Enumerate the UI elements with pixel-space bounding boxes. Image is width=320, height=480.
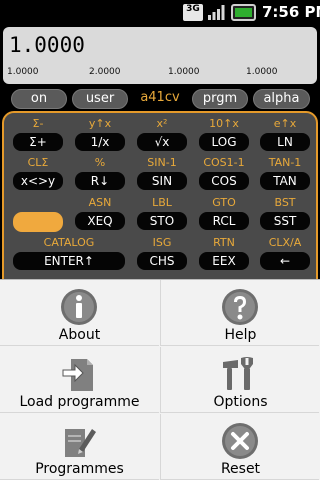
shift-label-isg: ISG	[152, 236, 172, 249]
menu-item-label: Load programme	[19, 394, 140, 410]
key-swap-xy[interactable]: x<>y	[13, 172, 63, 190]
register-4: 1.0000	[246, 67, 278, 77]
menu-item-reset[interactable]: Reset	[160, 414, 319, 480]
brand-label: a41cv	[140, 90, 180, 105]
key-eex[interactable]: EEX	[199, 252, 249, 270]
shift-label-y-pow-x: y↑x	[88, 117, 112, 130]
menu-item-options[interactable]: Options	[160, 347, 319, 413]
shift-label-x-squared: x²	[156, 117, 168, 130]
key-enter[interactable]: ENTER↑	[13, 252, 125, 270]
network-type-label: 3G	[186, 4, 200, 14]
menu-item-label: Reset	[220, 461, 261, 477]
menu-item-label: Programmes	[35, 461, 124, 477]
shift-label-acos: COS1-1	[203, 156, 245, 169]
3g-icon: 3G	[183, 4, 203, 21]
keypad: Σ- y↑x x² 10↑x e↑x Σ+ 1/x √x LOG LN CLΣ …	[2, 111, 318, 301]
menu-item-label: About	[58, 327, 101, 343]
user-button[interactable]: user	[72, 89, 128, 109]
shift-label-atan: TAN-1	[268, 156, 302, 169]
key-log[interactable]: LOG	[199, 133, 249, 151]
menu-item-load-programme[interactable]: Load programme	[0, 347, 159, 413]
shift-key[interactable]	[13, 212, 63, 232]
tools-icon	[223, 357, 253, 390]
key-sigma-plus[interactable]: Σ+	[13, 133, 63, 151]
prgm-button[interactable]: prgm	[192, 89, 248, 109]
shift-label-asin: SIN-1	[147, 156, 177, 169]
key-sin[interactable]: SIN	[137, 172, 187, 190]
key-xeq[interactable]: XEQ	[75, 212, 125, 230]
menu-item-label: Help	[224, 327, 257, 343]
key-roll-down[interactable]: R↓	[75, 172, 125, 190]
key-backspace[interactable]: ←	[260, 252, 310, 270]
shift-label-ten-pow-x: 10↑x	[209, 117, 239, 130]
key-tan[interactable]: TAN	[260, 172, 310, 190]
shift-label-clx: CLX/A	[268, 236, 302, 249]
key-reciprocal[interactable]: 1/x	[75, 133, 125, 151]
key-chs[interactable]: CHS	[137, 252, 187, 270]
signal-icon	[208, 5, 225, 20]
menu-item-about[interactable]: About	[0, 280, 159, 346]
shift-label-catalog: CATALOG	[43, 236, 95, 249]
help-icon	[222, 289, 258, 325]
display-main-value: 1.0000	[9, 33, 85, 57]
shift-label-sigma-minus: Σ-	[32, 117, 44, 130]
key-sto[interactable]: STO	[137, 212, 187, 230]
info-icon	[61, 289, 97, 325]
edit-icon	[65, 429, 96, 457]
shift-label-gto: GTO	[212, 196, 236, 209]
calculator-display: 1.0000 1.0000 2.0000 1.0000 1.0000	[3, 27, 317, 84]
key-cos[interactable]: COS	[199, 172, 249, 190]
register-2: 2.0000	[89, 67, 121, 77]
shift-label-clear-sigma: CLΣ	[27, 156, 49, 169]
shift-label-asn: ASN	[88, 196, 112, 209]
battery-icon	[231, 4, 256, 21]
key-rcl[interactable]: RCL	[199, 212, 249, 230]
menu-item-help[interactable]: Help	[160, 280, 319, 346]
key-ln[interactable]: LN	[260, 133, 310, 151]
menu-item-programmes[interactable]: Programmes	[0, 414, 159, 480]
register-1: 1.0000	[7, 67, 39, 77]
key-sst[interactable]: SST	[260, 212, 310, 230]
key-sqrt[interactable]: √x	[137, 133, 187, 151]
reset-icon	[222, 423, 258, 459]
load-icon	[62, 359, 93, 391]
shift-label-lbl: LBL	[152, 196, 172, 209]
on-button[interactable]: on	[11, 89, 67, 109]
shift-label-bst: BST	[274, 196, 296, 209]
status-bar: 3G 7:56 PM	[0, 0, 320, 25]
shift-label-rtn: RTN	[213, 236, 235, 249]
shift-label-percent: %	[94, 156, 106, 169]
status-time: 7:56 PM	[262, 3, 320, 21]
options-menu: About Help Load programme Options Progra…	[0, 279, 320, 480]
shift-label-e-pow-x: e↑x	[273, 117, 297, 130]
menu-item-label: Options	[213, 394, 268, 410]
register-3: 1.0000	[168, 67, 200, 77]
app-screen: 3G 7:56 PM 1.0000 1.0000 2.0000 1.0000 1…	[0, 0, 320, 480]
alpha-button[interactable]: alpha	[253, 89, 310, 109]
